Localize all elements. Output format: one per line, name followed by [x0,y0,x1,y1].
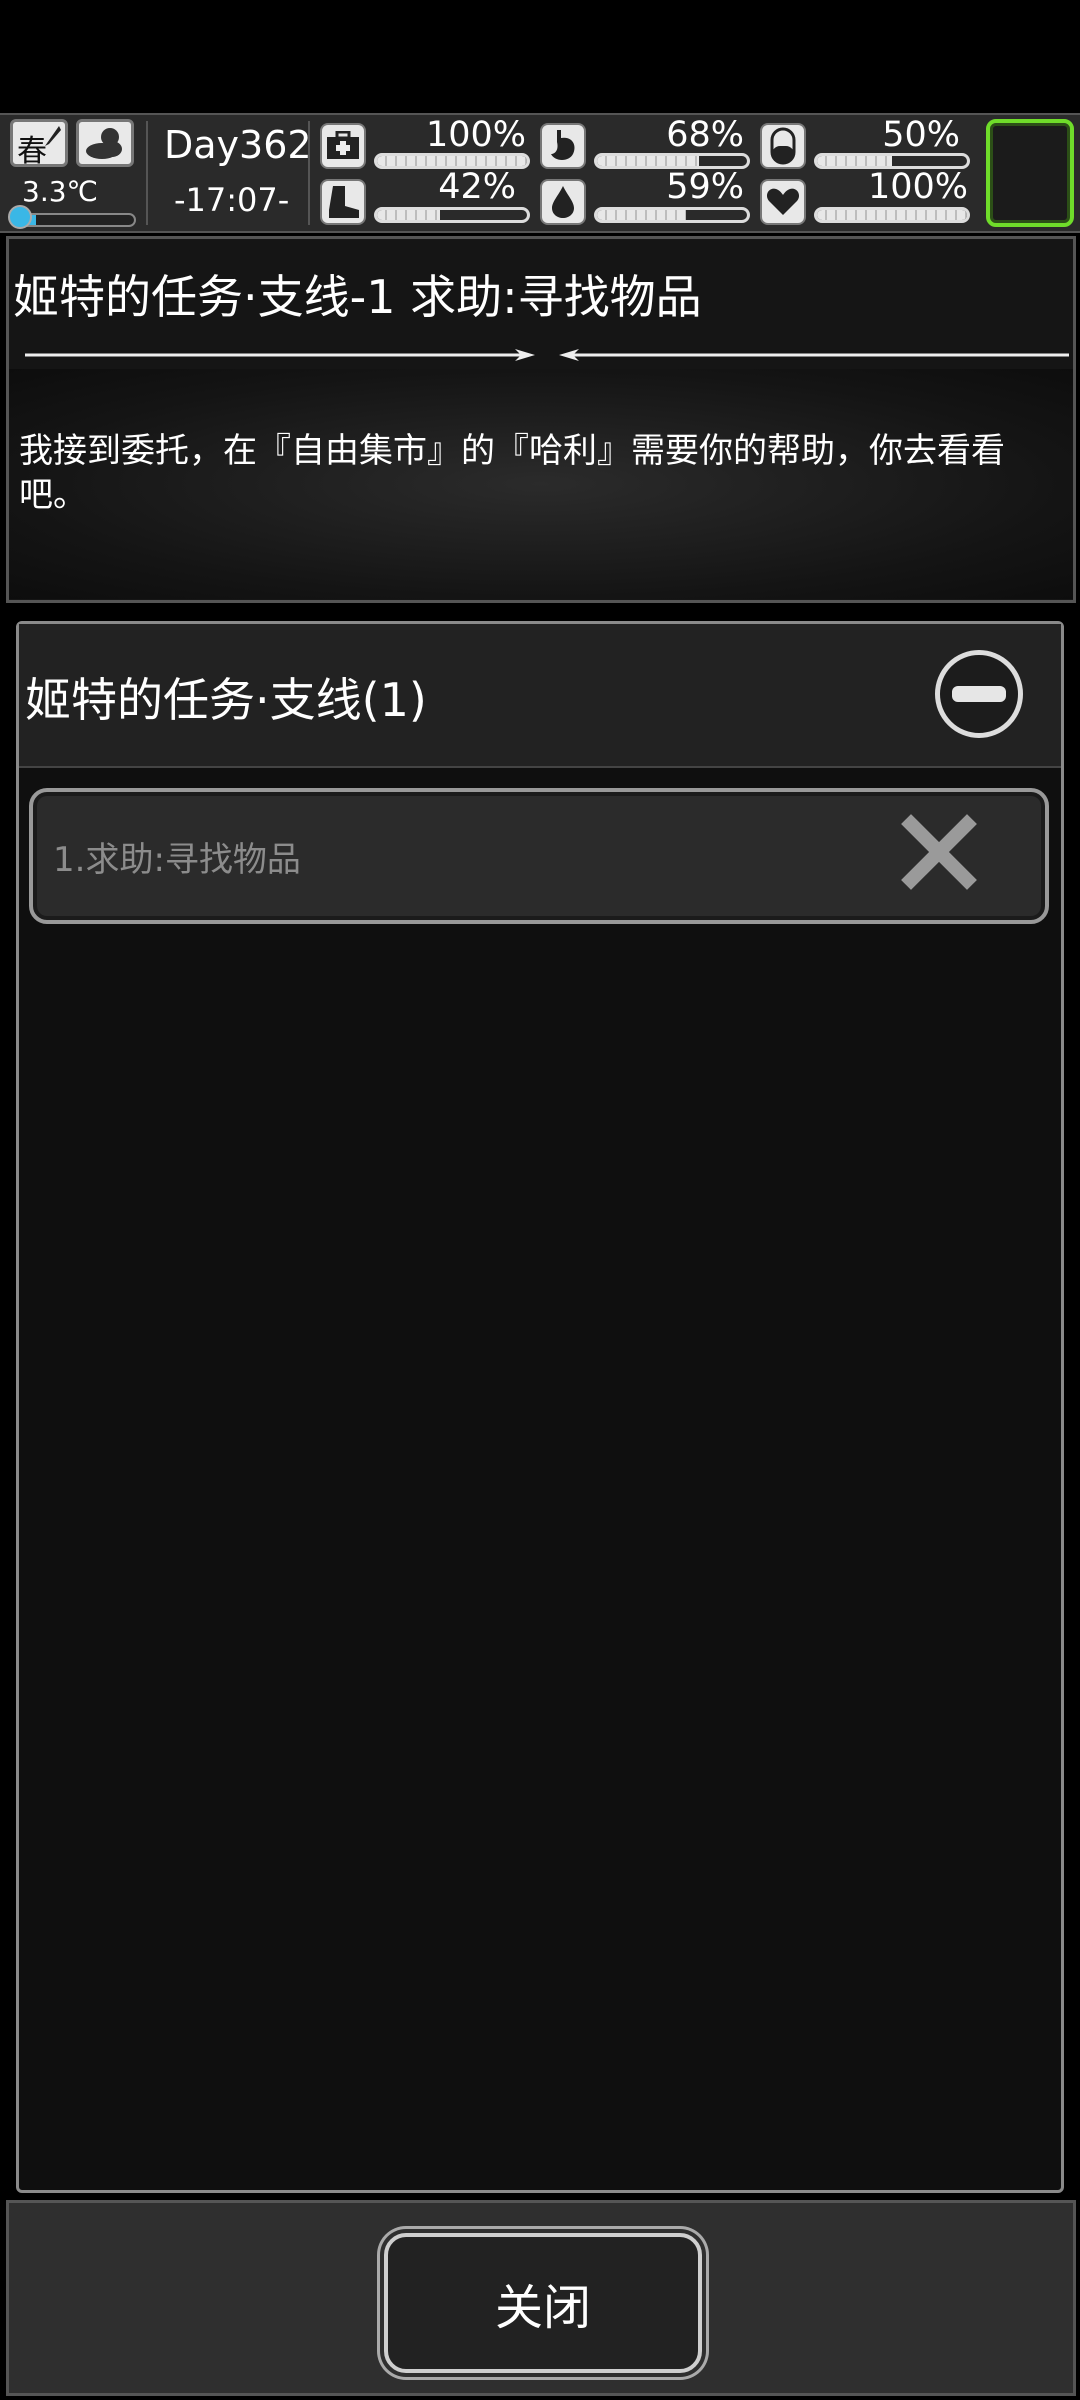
temperature-bulb [8,205,32,229]
sun-cloud-icon [86,128,122,159]
heart-bar-fill [817,210,967,220]
hunger-percent: 68% [666,115,744,155]
stamina-bar-fill [377,210,440,220]
health-bar-fill [377,156,527,166]
heart-bar [814,207,970,223]
footer-bar: 关闭 [6,2200,1076,2396]
close-button[interactable]: 关闭 [384,2233,702,2373]
status-hud: 春 3.3℃ Day362 -17:07- 100% 68% 50% 42% 5… [0,113,1080,233]
task-group-title: 姬特的任务·支线(1) [25,673,427,727]
minus-icon [952,686,1006,702]
medkit-icon [320,123,366,169]
health-heart-percent: 100% [867,167,968,207]
hud-separator [308,121,310,225]
day-counter: Day362 [164,123,312,167]
task-item-label: 1.求助:寻找物品 [53,840,301,880]
task-list-panel: 姬特的任务·支线(1) 1.求助:寻找物品 [16,621,1064,2193]
collapse-button[interactable] [935,650,1023,738]
stamina-percent: 42% [438,167,516,207]
task-title: 姬特的任务·支线-1 求助:寻找物品 [13,270,702,324]
task-detail-panel: 姬特的任务·支线-1 求助:寻找物品 我接到委托，在『自由集市』的『哈利』需要你… [6,236,1076,603]
weather-tile [76,119,134,167]
task-group-header[interactable]: 姬特的任务·支线(1) [19,624,1061,768]
mood-bar-fill [817,156,892,166]
heart-icon [760,179,806,225]
quick-slot-button[interactable] [986,119,1074,227]
stamina-bar [374,207,530,223]
health-percent: 100% [425,115,526,155]
mood-percent: 50% [882,115,960,155]
feather-icon [45,126,61,146]
thirst-bar-fill [597,210,686,220]
boot-icon [320,179,366,225]
task-description: 我接到委托，在『自由集市』的『哈利』需要你的帮助，你去看看吧。 [19,431,1005,515]
thirst-bar [594,207,750,223]
water-drop-icon [540,179,586,225]
task-description-area: 我接到委托，在『自由集市』的『哈利』需要你的帮助，你去看看吧。 [9,369,1073,599]
ornament-divider [25,349,1069,361]
hunger-bar-fill [597,156,699,166]
pill-icon [760,123,806,169]
thirst-percent: 59% [666,167,744,207]
close-icon[interactable] [901,814,977,890]
season-tile: 春 [10,119,68,169]
temperature-value: 3.3℃ [22,175,98,208]
stomach-icon [540,123,586,169]
task-list-item[interactable]: 1.求助:寻找物品 [29,788,1049,924]
clock-time: -17:07- [174,181,290,219]
hud-separator [146,121,148,225]
